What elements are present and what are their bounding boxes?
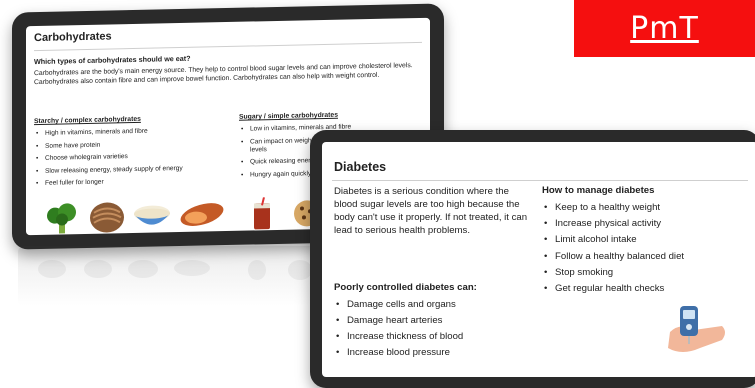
list-item: Increase thickness of blood xyxy=(334,330,534,343)
broccoli-icon xyxy=(47,203,76,234)
glucose-meter-icon xyxy=(668,306,725,352)
fizzy-drink-icon xyxy=(254,197,270,230)
starchy-list: High in vitamins, minerals and fibre Som… xyxy=(34,126,224,192)
list-item: Choose wholegrain varieties xyxy=(34,151,224,163)
wholegrain-pasta-icon xyxy=(90,202,124,233)
list-item: Damage heart arteries xyxy=(334,314,534,327)
sugary-heading: Sugary / simple carbohydrates xyxy=(239,111,338,121)
carbohydrates-intro: Carbohydrates are the body's main energy… xyxy=(34,62,413,87)
list-item: Stop smoking xyxy=(542,266,742,279)
manage-heading: How to manage diabetes xyxy=(542,185,655,196)
poorly-controlled-list: Damage cells and organs Damage heart art… xyxy=(334,298,534,362)
list-item: Slow releasing energy, steady supply of … xyxy=(34,164,224,176)
diabetes-intro: Diabetes is a serious condition where th… xyxy=(334,186,528,236)
carbohydrates-question: Which types of carbohydrates should we e… xyxy=(34,53,191,67)
list-item: Limit alcohol intake xyxy=(542,233,742,246)
list-item: Get regular health checks xyxy=(542,282,742,295)
list-item: Feel fuller for longer xyxy=(34,176,224,188)
list-item: Damage cells and organs xyxy=(334,298,534,311)
list-item: Increase blood pressure xyxy=(334,346,534,359)
brand-label: PmT xyxy=(630,11,699,46)
diabetes-slide-frame: Diabetes Diabetes is a serious condition… xyxy=(310,130,755,388)
starchy-heading: Starchy / complex carbohydrates xyxy=(34,115,141,126)
title-divider xyxy=(332,180,748,181)
list-item: Keep to a healthy weight xyxy=(542,201,742,214)
rice-bowl-icon xyxy=(134,205,170,225)
sweet-potato-icon xyxy=(180,203,224,226)
manage-list: Keep to a healthy weight Increase physic… xyxy=(542,201,742,298)
list-item: Increase physical activity xyxy=(542,217,742,230)
brand-tag: PmT xyxy=(574,0,755,57)
list-item: Follow a healthy balanced diet xyxy=(542,250,742,263)
carbohydrates-title: Carbohydrates xyxy=(34,30,112,45)
diabetes-title: Diabetes xyxy=(334,160,387,174)
list-item: High in vitamins, minerals and fibre xyxy=(34,126,224,138)
title-divider xyxy=(34,41,422,52)
poorly-controlled-heading: Poorly controlled diabetes can: xyxy=(334,282,477,293)
list-item: Some have protein xyxy=(34,139,224,151)
diabetes-slide: Diabetes Diabetes is a serious condition… xyxy=(322,142,755,377)
